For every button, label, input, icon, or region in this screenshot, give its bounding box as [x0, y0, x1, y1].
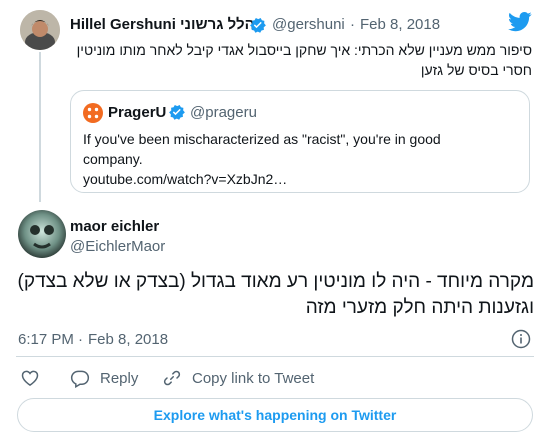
parent-handle[interactable]: @gershuni	[272, 16, 345, 33]
main-time[interactable]: 6:17 PM	[18, 331, 74, 348]
quoted-verified-badge-icon	[168, 103, 186, 121]
copy-link-button[interactable]: Copy link to Tweet	[162, 368, 314, 388]
parent-date[interactable]: Feb 8, 2018	[360, 16, 440, 33]
parent-separator: ·	[350, 16, 355, 33]
parent-author-name[interactable]: Hillel Gershuni הלל גרשוני	[70, 16, 255, 33]
divider	[16, 356, 534, 357]
main-tweet-text-line2: וגזענות היתה חלק מזערי מזה	[305, 297, 534, 318]
reply-icon	[70, 368, 90, 388]
quoted-author-name[interactable]: PragerU	[108, 104, 166, 121]
main-tweet-text-line1: מקרה מיוחד - היה לו מוניטין רע מאוד בגדו…	[17, 271, 534, 292]
reply-button[interactable]: Reply	[70, 368, 138, 388]
quoted-text-line2: company.	[83, 151, 143, 167]
prageru-logo-icon[interactable]	[83, 103, 103, 123]
main-separator: ·	[78, 331, 83, 348]
parent-author-name-he[interactable]: הלל גרשוני	[180, 16, 255, 33]
thread-line	[39, 52, 41, 202]
link-icon	[162, 368, 182, 388]
main-avatar[interactable]	[18, 210, 66, 258]
main-date[interactable]: Feb 8, 2018	[88, 331, 168, 348]
parent-avatar[interactable]	[20, 10, 60, 50]
parent-tweet-text-line1: סיפור ממש מעניין שלא הכרתי: איך שחקן ביי…	[76, 42, 532, 58]
parent-tweet-text-line2: חסרי בסיס של גזען	[420, 62, 532, 78]
info-icon[interactable]	[511, 329, 531, 349]
main-handle[interactable]: @EichlerMaor	[70, 238, 165, 255]
quoted-tweet-card[interactable]: PragerU @prageru If you've been mischara…	[70, 90, 530, 193]
explore-button[interactable]: Explore what's happening on Twitter	[17, 398, 533, 432]
like-button[interactable]	[20, 368, 50, 388]
quoted-handle[interactable]: @prageru	[190, 104, 257, 121]
copy-link-label: Copy link to Tweet	[192, 369, 315, 387]
main-author-name[interactable]: maor eichler	[70, 218, 159, 235]
twitter-bird-icon[interactable]	[508, 12, 532, 32]
heart-icon	[20, 368, 40, 388]
quoted-link[interactable]: youtube.com/watch?v=XzbJn2…	[83, 169, 287, 189]
reply-label: Reply	[100, 369, 139, 387]
parent-author-name-en[interactable]: Hillel Gershuni	[70, 16, 176, 33]
quoted-text-line1: If you've been mischaracterized as "raci…	[83, 131, 441, 147]
verified-badge-icon	[249, 16, 267, 34]
